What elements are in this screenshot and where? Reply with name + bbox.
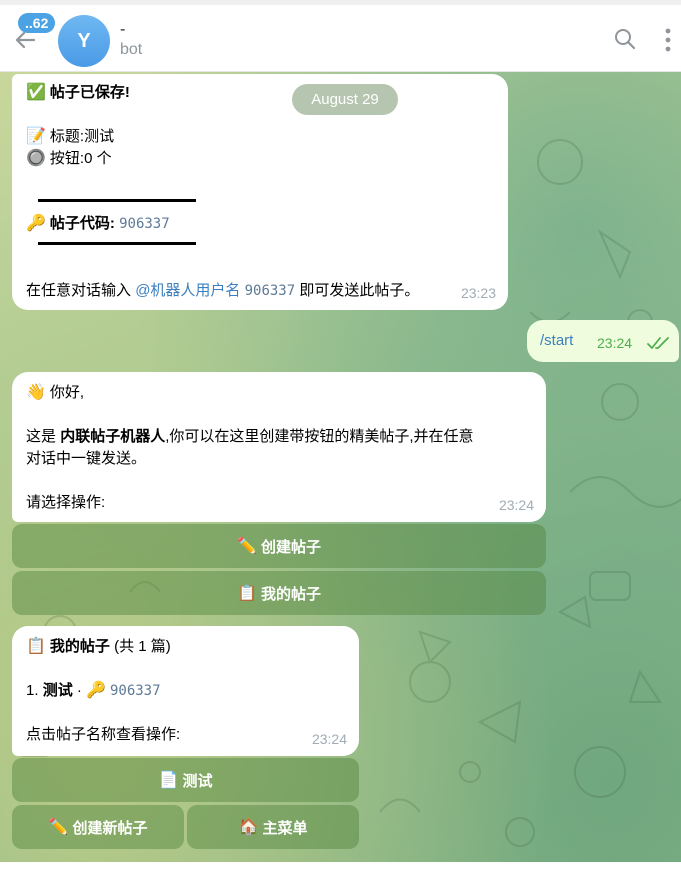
send-hint: 在任意对话输入 @机器人用户名 906337 即可发送此帖子。 <box>26 280 419 302</box>
more-menu-icon[interactable] <box>660 27 676 53</box>
check-mark-icon: ✅ <box>26 84 46 101</box>
code-label: 帖子代码: <box>49 215 115 232</box>
key-icon: 🔑 <box>86 682 106 699</box>
my-posts-title-line: 📋 我的帖子 (共 1 篇) <box>26 636 171 658</box>
create-post-button[interactable]: ✏️ 创建帖子 <box>12 524 546 568</box>
my-posts-title: 我的帖子 <box>49 638 110 655</box>
double-check-icon <box>647 337 669 349</box>
bot-name: 内联帖子机器人 <box>60 428 166 445</box>
buttons-line: 🔘 按钮:0 个 <box>26 148 112 170</box>
buttons-label: 按钮: <box>49 150 85 167</box>
post-test-label: 测试 <box>182 772 213 790</box>
pencil-icon: ✏️ <box>48 819 69 836</box>
title-line: 📝 标题:测试 <box>26 126 114 148</box>
message-my-posts: 📋 我的帖子 (共 1 篇) 1. 测试 · 🔑 906337 点击帖子名称查看操作… <box>12 626 359 756</box>
intro-post: ,你可以在这里创建带按钮的精美帖子,并在任意 <box>165 428 474 445</box>
hint-pre: 在任意对话输入 <box>26 282 132 299</box>
greeting: 你好, <box>49 384 85 401</box>
my-posts-label: 我的帖子 <box>260 585 321 603</box>
chat-status: bot <box>120 41 143 58</box>
avatar-letter: Y <box>77 29 91 52</box>
bottom-strip <box>0 862 681 870</box>
hint-code[interactable]: 906337 <box>245 283 296 299</box>
waving-hand-icon: 👋 <box>26 384 46 401</box>
bot-mention-link[interactable]: @机器人用户名 <box>135 282 240 299</box>
item-index: 1. <box>26 682 39 699</box>
message-time: 23:23 <box>460 285 496 301</box>
divider-bottom <box>38 242 196 245</box>
hint-post: 即可发送此帖子。 <box>299 282 420 299</box>
document-icon: 📄 <box>158 772 179 789</box>
clipboard-icon: 📋 <box>237 585 257 602</box>
saved-title-line: ✅ 帖子已保存! <box>26 82 130 104</box>
pencil-icon: ✏️ <box>237 538 257 555</box>
post-list-item: 1. 测试 · 🔑 906337 <box>26 680 161 702</box>
start-command[interactable]: /start <box>540 330 573 352</box>
my-posts-button[interactable]: 📋 我的帖子 <box>12 571 546 615</box>
click-hint: 点击帖子名称查看操作: <box>26 726 181 743</box>
memo-icon: 📝 <box>26 128 46 145</box>
message-welcome: 👋 你好, 这是 内联帖子机器人,你可以在这里创建带按钮的精美帖子,并在任意 对话… <box>12 372 546 522</box>
intro-line-2: 对话中一键发送。 <box>26 450 147 467</box>
code-line: 🔑 帖子代码: 906337 <box>26 213 170 235</box>
unread-badge: ..62 <box>18 13 56 33</box>
buttons-value: 0 个 <box>84 150 112 167</box>
message-time: 23:24 <box>311 731 347 747</box>
main-menu-label: 主菜单 <box>262 819 308 837</box>
choose-prompt: 请选择操作: <box>26 494 106 511</box>
intro-pre: 这是 <box>26 428 57 445</box>
divider-top <box>38 199 196 202</box>
house-icon: 🏠 <box>238 819 259 836</box>
message-time: 23:24 <box>498 497 534 513</box>
avatar[interactable]: Y <box>58 15 110 67</box>
message-start-outgoing: /start 23:24 <box>527 320 679 362</box>
create-new-post-label: 创建新帖子 <box>72 819 148 837</box>
item-code[interactable]: 906337 <box>110 683 161 699</box>
title-value: 测试 <box>84 128 115 145</box>
date-separator: August 29 <box>292 84 398 115</box>
create-new-post-button[interactable]: ✏️ 创建新帖子 <box>12 805 184 849</box>
item-name: 测试 <box>42 682 73 699</box>
key-icon: 🔑 <box>26 215 46 232</box>
greeting-line: 👋 你好, <box>26 382 84 404</box>
saved-title: 帖子已保存! <box>49 84 130 101</box>
chat-header: ..62 Y - bot <box>0 0 681 72</box>
radio-button-icon: 🔘 <box>26 150 46 167</box>
clipboard-icon: 📋 <box>26 638 46 655</box>
create-post-label: 创建帖子 <box>260 538 321 556</box>
post-test-button[interactable]: 📄 测试 <box>12 758 359 802</box>
code-value[interactable]: 906337 <box>119 216 170 232</box>
message-saved: ✅ 帖子已保存! 📝 标题:测试 🔘 按钮:0 个 🔑 帖子代码: 906337 在任意… <box>12 74 508 310</box>
title-label: 标题: <box>49 128 85 145</box>
message-time: 23:24 <box>597 335 633 351</box>
intro-line-1: 这是 内联帖子机器人,你可以在这里创建带按钮的精美帖子,并在任意 <box>26 426 536 448</box>
post-count: (共 1 篇) <box>114 638 171 655</box>
item-separator: · <box>76 682 82 699</box>
search-icon[interactable] <box>613 27 637 51</box>
chat-title[interactable]: - <box>120 21 125 39</box>
main-menu-button[interactable]: 🏠 主菜单 <box>187 805 359 849</box>
